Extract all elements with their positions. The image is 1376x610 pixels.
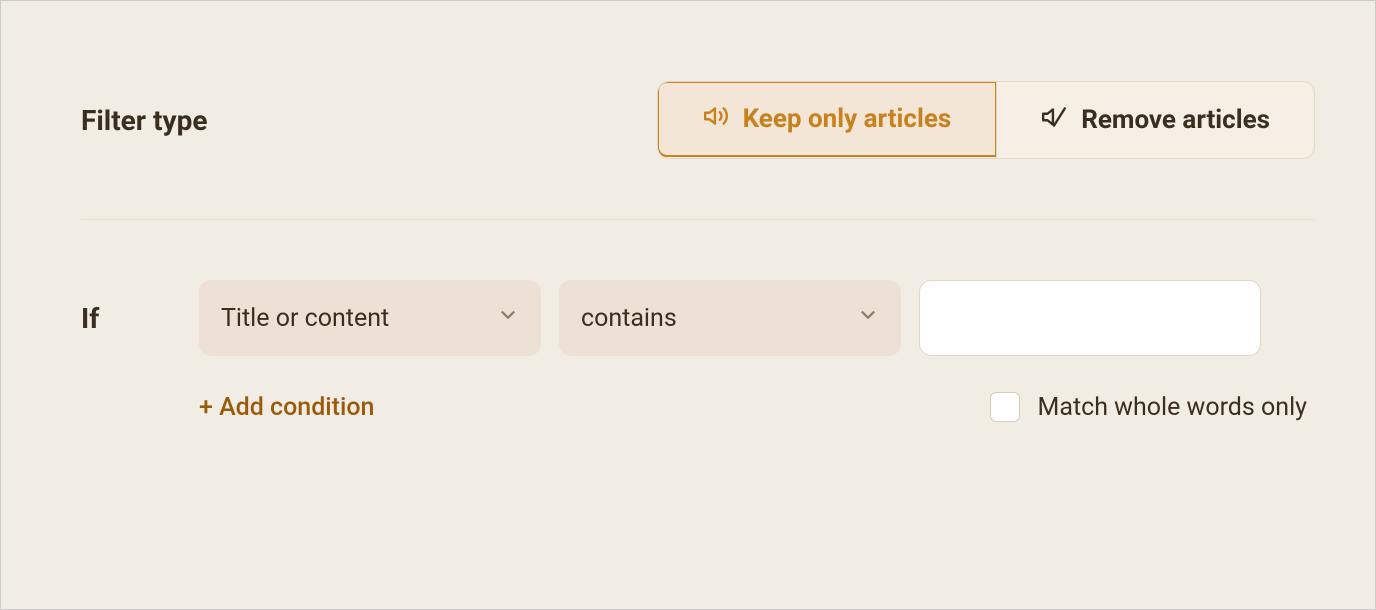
condition-row: If Title or content contains (81, 280, 1315, 356)
condition-field-value: Title or content (221, 304, 389, 333)
filter-type-label: Filter type (81, 104, 207, 137)
keep-label: Keep only articles (743, 104, 952, 134)
match-whole-words-label: Match whole words only (1038, 393, 1307, 422)
if-label: If (81, 302, 181, 335)
chevron-down-icon (497, 304, 519, 333)
match-whole-words-checkbox[interactable] (990, 392, 1020, 422)
keep-only-articles-segment[interactable]: Keep only articles (657, 81, 998, 157)
match-whole-words-row: Match whole words only (990, 392, 1315, 422)
remove-label: Remove articles (1081, 105, 1270, 135)
filter-type-segmented: Keep only articles Remove articles (657, 81, 1315, 159)
remove-articles-segment[interactable]: Remove articles (996, 82, 1314, 158)
filter-type-row: Filter type Keep only articles (81, 81, 1315, 220)
condition-operator-select[interactable]: contains (559, 280, 901, 356)
speaker-muted-icon (1041, 104, 1067, 137)
chevron-down-icon (857, 304, 879, 333)
below-row: + Add condition Match whole words only (81, 392, 1315, 422)
condition-field-select[interactable]: Title or content (199, 280, 541, 356)
condition-value-input[interactable] (919, 280, 1261, 356)
condition-operator-value: contains (581, 304, 677, 333)
add-condition-button[interactable]: + Add condition (199, 393, 374, 422)
speaker-icon (703, 103, 729, 136)
